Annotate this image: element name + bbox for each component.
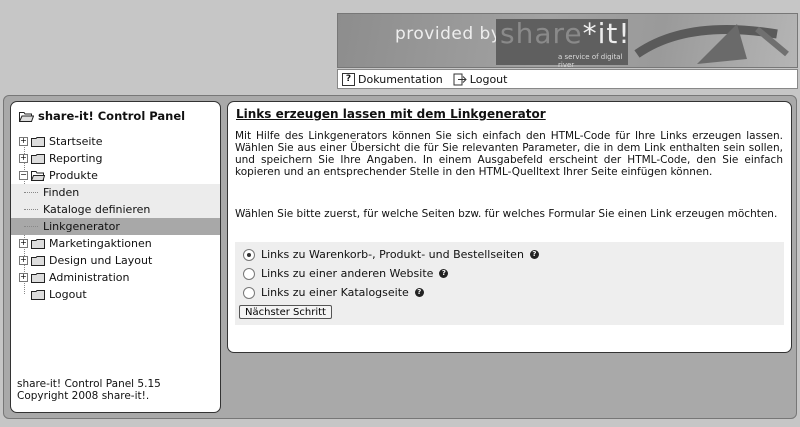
collapse-icon[interactable]: − bbox=[19, 171, 28, 180]
option-label: Links zu Warenkorb-, Produkt- und Bestel… bbox=[261, 248, 524, 261]
documentation-label: Dokumentation bbox=[358, 72, 443, 86]
option-label: Links zu einer anderen Website bbox=[261, 267, 434, 280]
logout-icon bbox=[453, 73, 467, 85]
sidebar-item-label: Design und Layout bbox=[49, 254, 153, 267]
sidebar-item-reporting[interactable]: + Reporting bbox=[11, 150, 220, 167]
radio-button-selected[interactable] bbox=[243, 248, 255, 261]
logo-star-text: * bbox=[582, 17, 598, 50]
help-icon: ? bbox=[342, 72, 355, 86]
radio-button[interactable] bbox=[243, 286, 255, 299]
sidebar-item-label: Administration bbox=[49, 271, 130, 284]
copyright-text: Copyright 2008 share-it!. bbox=[17, 390, 150, 402]
option-warenkorb-links[interactable]: Links zu Warenkorb-, Produkt- und Bestel… bbox=[243, 248, 539, 261]
help-icon[interactable]: ? bbox=[414, 288, 424, 297]
logo-it-text: it! bbox=[597, 17, 631, 50]
provided-by-text: provided by bbox=[395, 24, 502, 44]
sidebar-subitem-finden[interactable]: Finden bbox=[11, 184, 220, 201]
top-links-bar: ? Dokumentation Logout bbox=[337, 69, 798, 89]
navigation-panel: share-it! Control Panel + Startseite + R… bbox=[10, 101, 221, 413]
sidebar-item-label: Reporting bbox=[49, 152, 103, 165]
content-panel: Links erzeugen lassen mit dem Linkgenera… bbox=[227, 101, 792, 353]
expand-icon[interactable]: + bbox=[19, 256, 28, 265]
sidebar-item-administration[interactable]: + Administration bbox=[11, 269, 220, 286]
header-banner: provided by share*it! a service of digit… bbox=[337, 13, 798, 68]
option-katalogseite-links[interactable]: Links zu einer Katalogseite ? bbox=[243, 286, 424, 299]
folder-icon bbox=[31, 272, 45, 283]
navigation-tree: + Startseite + Reporting − Produkte Find… bbox=[11, 133, 220, 303]
sidebar-item-produkte[interactable]: − Produkte bbox=[11, 167, 220, 184]
open-folder-icon bbox=[19, 111, 34, 122]
intro-paragraph: Mit Hilfe des Linkgenerators können Sie … bbox=[235, 130, 783, 178]
banner-swoosh-graphic bbox=[634, 24, 789, 64]
sidebar-item-label: Produkte bbox=[49, 169, 98, 182]
sidebar-item-startseite[interactable]: + Startseite bbox=[11, 133, 220, 150]
sidebar-item-label: Logout bbox=[49, 288, 87, 301]
help-icon[interactable]: ? bbox=[529, 250, 539, 259]
expand-icon[interactable]: + bbox=[19, 137, 28, 146]
expand-icon[interactable]: + bbox=[19, 239, 28, 248]
link-type-form: Links zu Warenkorb-, Produkt- und Bestel… bbox=[235, 242, 784, 325]
version-text: share-it! Control Panel 5.15 bbox=[17, 378, 161, 390]
expand-icon[interactable]: + bbox=[19, 154, 28, 163]
sidebar-item-marketingaktionen[interactable]: + Marketingaktionen bbox=[11, 235, 220, 252]
sidebar-item-label: Marketingaktionen bbox=[49, 237, 152, 250]
sidebar-item-label: Startseite bbox=[49, 135, 103, 148]
radio-button[interactable] bbox=[243, 267, 255, 280]
logout-link[interactable]: Logout bbox=[453, 72, 508, 86]
expand-icon[interactable]: + bbox=[19, 273, 28, 282]
option-andere-website-links[interactable]: Links zu einer anderen Website ? bbox=[243, 267, 449, 280]
sidebar-subitem-linkgenerator[interactable]: Linkgenerator bbox=[11, 218, 220, 235]
sidebar-item-logout[interactable]: Logout bbox=[11, 286, 220, 303]
sidebar-item-design-und-layout[interactable]: + Design und Layout bbox=[11, 252, 220, 269]
sidebar-item-label: Linkgenerator bbox=[43, 220, 120, 233]
option-label: Links zu einer Katalogseite bbox=[261, 286, 409, 299]
share-it-logo: share*it! a service of digital river bbox=[496, 17, 631, 68]
open-folder-icon bbox=[31, 170, 45, 181]
sidebar-subitem-kataloge-definieren[interactable]: Kataloge definieren bbox=[11, 201, 220, 218]
logo-tagline: a service of digital river bbox=[558, 53, 623, 68]
folder-icon bbox=[31, 153, 45, 164]
folder-icon bbox=[31, 255, 45, 266]
control-panel-title: share-it! Control Panel bbox=[19, 109, 185, 123]
control-panel-title-text: share-it! Control Panel bbox=[38, 109, 186, 123]
logout-label: Logout bbox=[469, 72, 508, 86]
logo-share-text: share bbox=[500, 17, 583, 50]
documentation-link[interactable]: ? Dokumentation bbox=[342, 72, 443, 86]
folder-icon bbox=[31, 136, 45, 147]
version-info: share-it! Control Panel 5.15 Copyright 2… bbox=[17, 378, 161, 402]
next-step-button[interactable]: Nächster Schritt bbox=[239, 305, 332, 319]
folder-icon bbox=[31, 289, 45, 300]
folder-icon bbox=[31, 238, 45, 249]
help-icon[interactable]: ? bbox=[439, 269, 449, 278]
sidebar-item-label: Finden bbox=[43, 186, 80, 199]
instruction-paragraph: Wählen Sie bitte zuerst, für welche Seit… bbox=[235, 208, 778, 220]
page-title: Links erzeugen lassen mit dem Linkgenera… bbox=[236, 107, 546, 121]
sidebar-item-label: Kataloge definieren bbox=[43, 203, 151, 216]
